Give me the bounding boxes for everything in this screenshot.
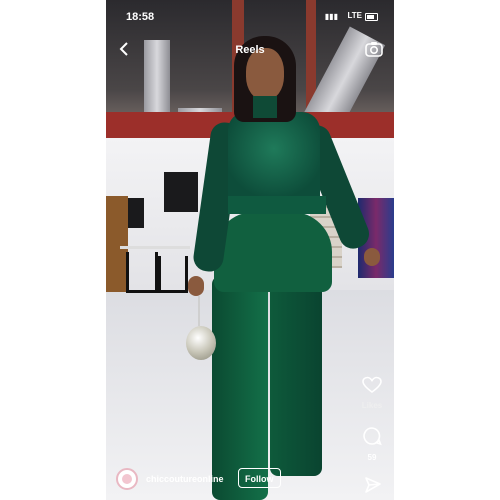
person-waist — [228, 196, 326, 214]
battery-icon — [365, 13, 378, 21]
camera-icon[interactable] — [364, 40, 384, 58]
scene-door — [106, 196, 128, 292]
follow-button[interactable]: Follow — [238, 468, 281, 488]
person-torso — [228, 112, 320, 204]
like-button[interactable]: Likes — [360, 376, 384, 410]
scene-monitor — [128, 198, 144, 228]
scene-monitor — [164, 172, 198, 212]
network-label: LTE — [347, 11, 362, 20]
scene-chair — [158, 256, 188, 293]
scene-table — [120, 246, 190, 249]
like-label: Likes — [361, 401, 383, 410]
reels-viewer: 18:58 ▮▮▮ LTE Reels Likes 59 chiccouture… — [106, 0, 394, 500]
scene-chair — [126, 252, 158, 293]
bag-chain — [198, 296, 200, 326]
person-neck — [253, 96, 277, 118]
signal-icon: ▮▮▮ — [324, 12, 338, 21]
status-bar: 18:58 ▮▮▮ LTE — [106, 0, 394, 30]
person-leg — [270, 276, 322, 476]
send-icon[interactable] — [364, 476, 382, 494]
heart-icon — [362, 376, 382, 393]
reel-video[interactable] — [106, 0, 394, 500]
person-hand — [188, 276, 204, 296]
disco-ball-bag — [186, 326, 216, 360]
status-time: 18:58 — [126, 11, 155, 23]
page-title: Reels — [235, 44, 265, 56]
profile-avatar[interactable] — [116, 468, 138, 490]
person-hand — [364, 248, 380, 266]
username-link[interactable]: chiccoutureonline — [146, 474, 224, 484]
comment-icon — [363, 427, 382, 446]
person-hips — [214, 212, 332, 292]
reel-footer: chiccoutureonline Follow — [106, 462, 394, 500]
comment-button[interactable]: 59 — [360, 426, 384, 462]
comment-count: 59 — [367, 453, 377, 462]
